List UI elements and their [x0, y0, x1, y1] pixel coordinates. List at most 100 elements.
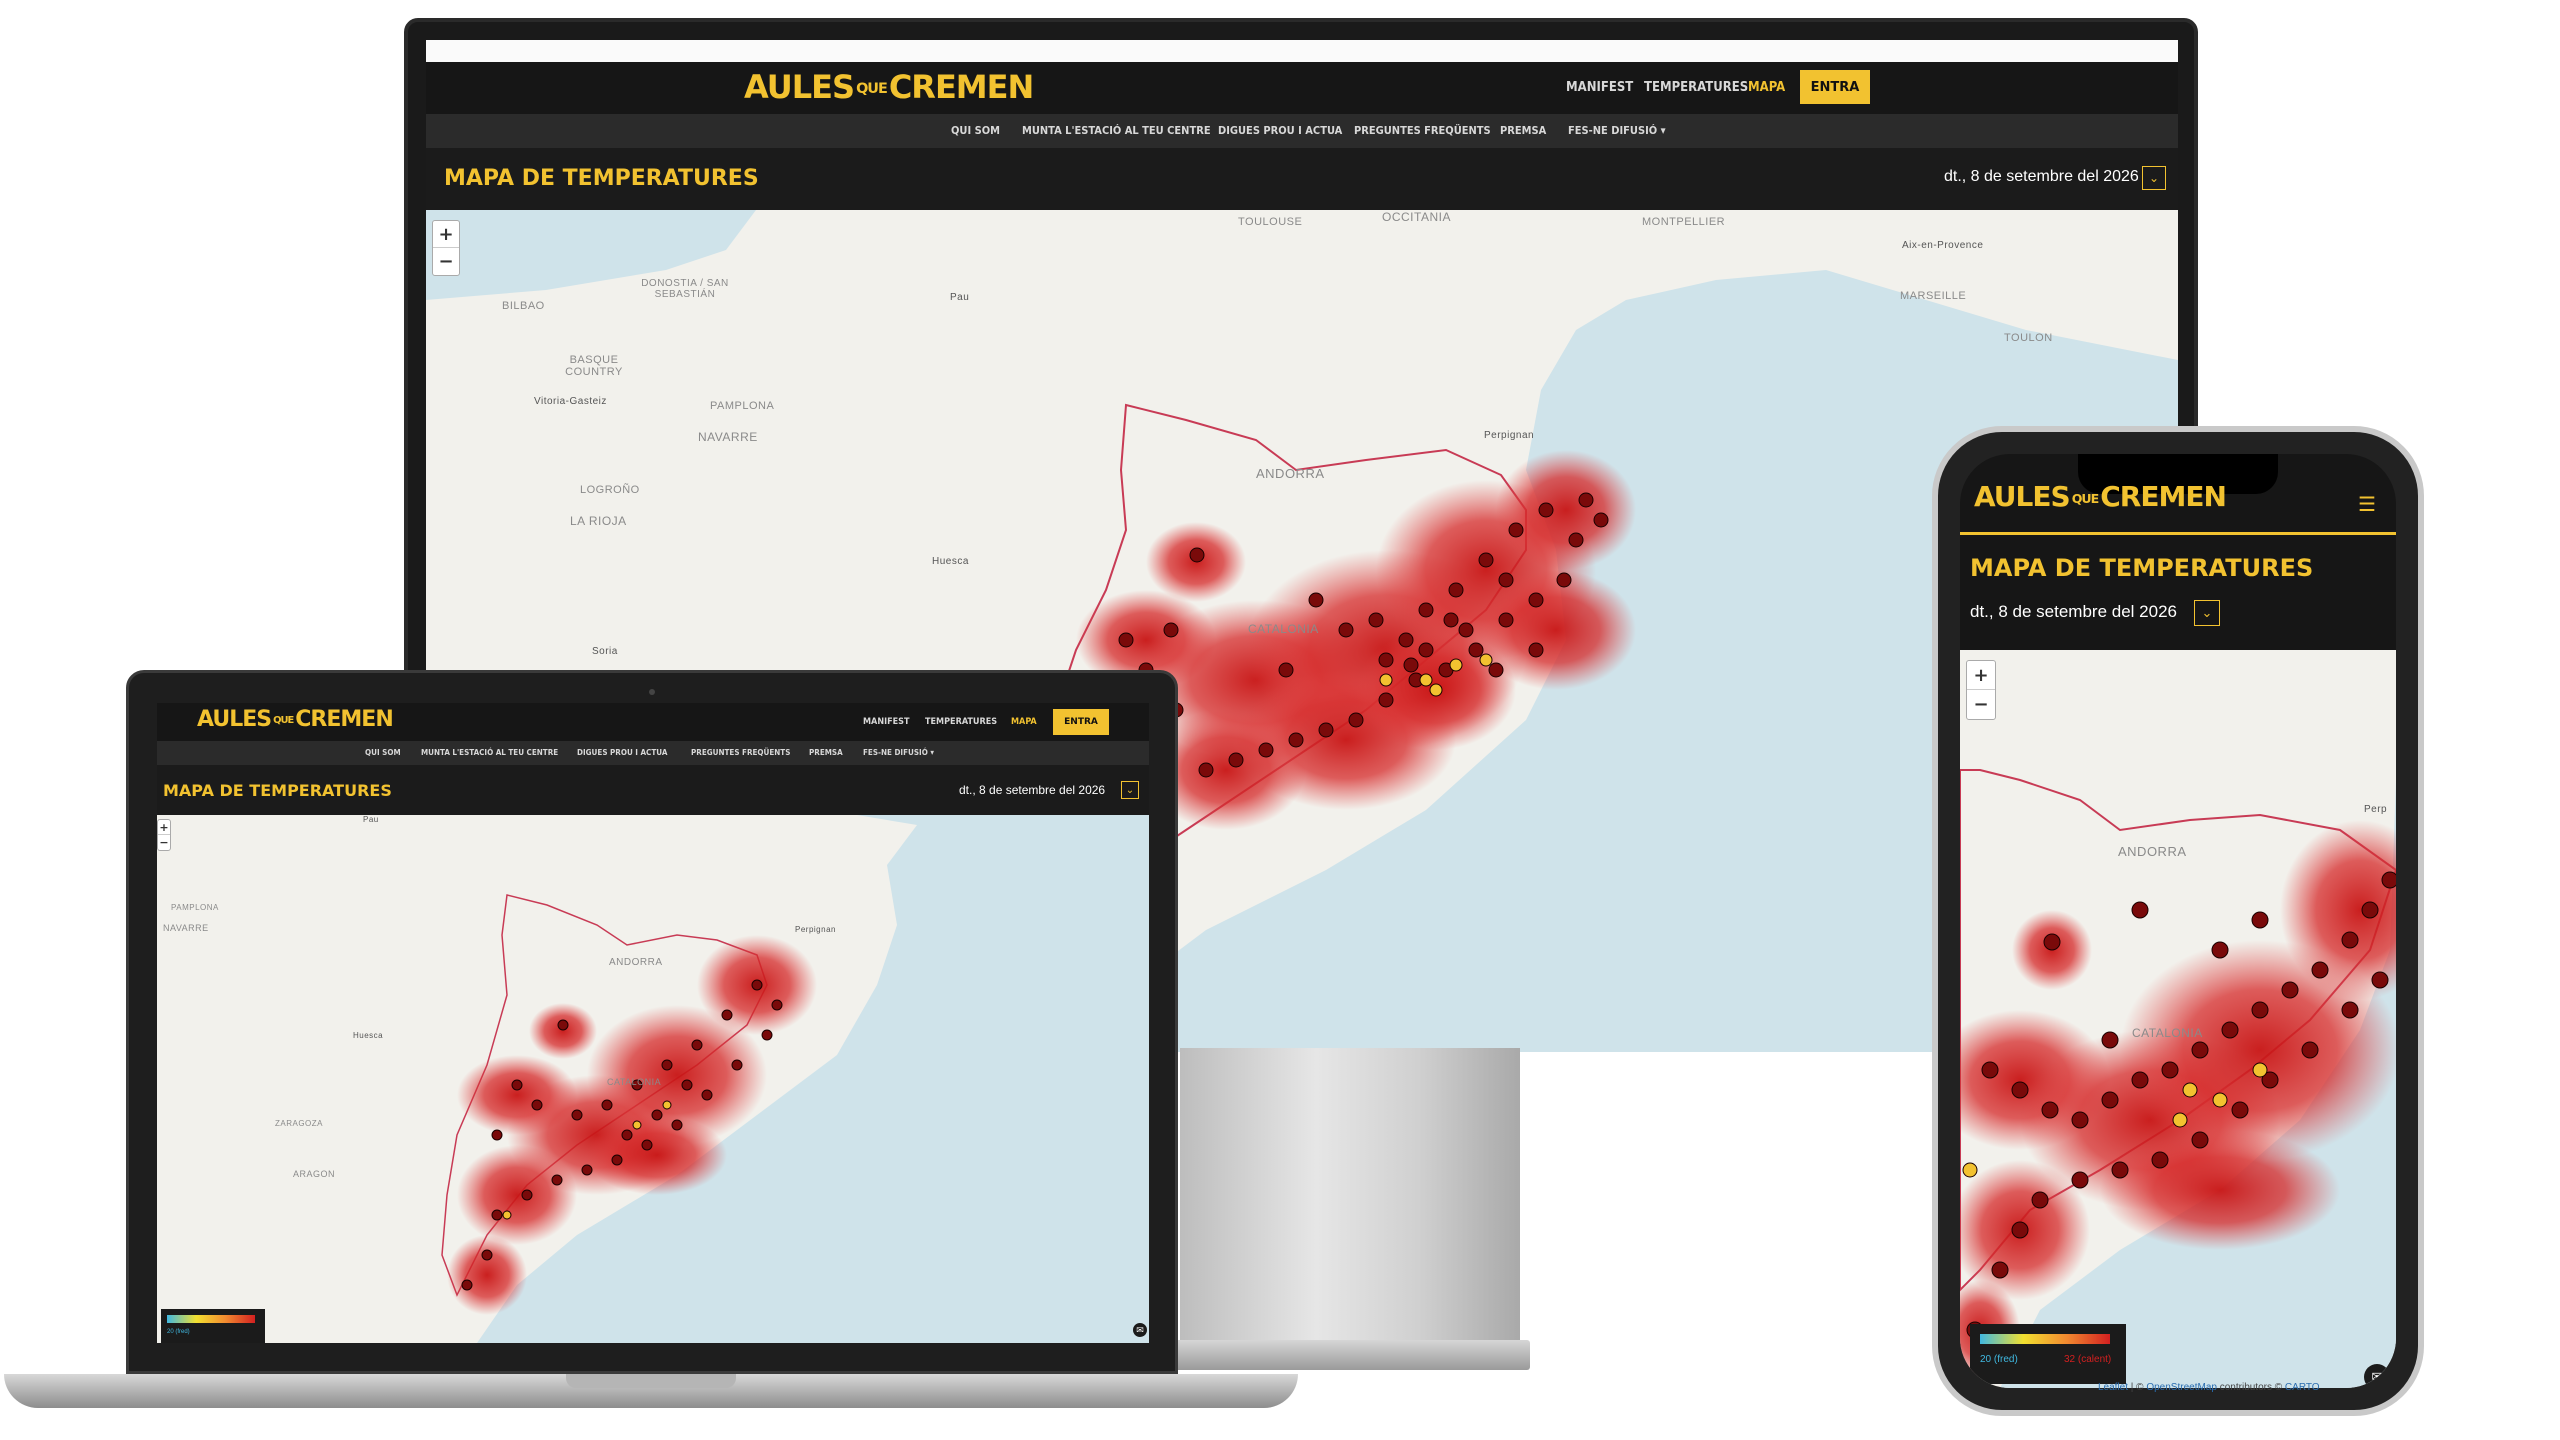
- nav-manifest[interactable]: MANIFEST: [1566, 80, 1633, 95]
- map-label: Pau: [363, 815, 379, 824]
- site-logo[interactable]: AULES QUECREMEN: [744, 68, 1034, 106]
- map-label: Perpignan: [1484, 430, 1535, 441]
- nav-preguntes[interactable]: PREGUNTES FREQÜENTS: [1354, 124, 1491, 137]
- map-area[interactable]: Pau PAMPLONA NAVARRE Perpignan ANDORRA H…: [157, 815, 1149, 1343]
- map-svg: [1960, 650, 2396, 1388]
- chevron-down-icon: ⌄: [1125, 784, 1135, 796]
- entra-button[interactable]: ENTRA: [1053, 709, 1109, 735]
- map-label: ZARAGOZA: [275, 1119, 324, 1128]
- date-dropdown[interactable]: ⌄: [2142, 166, 2166, 190]
- header-divider: [1960, 532, 2396, 535]
- map-label: CATALONIA: [1248, 622, 1319, 636]
- nav-munta[interactable]: MUNTA L'ESTACIÓ AL TEU CENTRE: [421, 748, 558, 757]
- map-label: Huesca: [932, 556, 969, 567]
- nav-premsa[interactable]: PREMSA: [1500, 124, 1546, 137]
- map-label: OCCITANIA: [1382, 210, 1451, 224]
- map-label: Vitoria-Gasteiz: [534, 396, 607, 407]
- nav-digues[interactable]: DIGUES PROU I ACTUA: [1218, 124, 1342, 137]
- entra-button[interactable]: ENTRA: [1800, 70, 1870, 104]
- title-bar: MAPA DE TEMPERATURES dt., 8 de setembre …: [426, 148, 2178, 210]
- hamburger-menu-icon[interactable]: ☰: [2358, 492, 2376, 517]
- nav-digues[interactable]: DIGUES PROU I ACTUA: [577, 748, 667, 757]
- zoom-control: + −: [1966, 660, 1996, 720]
- nav-preguntes[interactable]: PREGUNTES FREQÜENTS: [691, 748, 790, 757]
- map-label: ANDORRA: [2118, 844, 2187, 859]
- title-bar: MAPA DE TEMPERATURES dt., 8 de setembre …: [157, 765, 1149, 815]
- monitor-stand: [1180, 1048, 1520, 1348]
- nav-mapa[interactable]: MAPA: [1748, 80, 1785, 95]
- chevron-down-icon: ⌄: [2201, 605, 2213, 620]
- secondary-nav: QUI SOM MUNTA L'ESTACIÓ AL TEU CENTRE DI…: [426, 114, 2178, 148]
- legend: 20 (fred): [161, 1309, 265, 1343]
- phone: AULES QUECREMEN ☰ MAPA DE TEMPERATURES dt…: [1932, 426, 2424, 1416]
- map-label: TOULON: [2004, 332, 2053, 344]
- map-label: PAMPLONA: [171, 903, 219, 912]
- nav-premsa[interactable]: PREMSA: [809, 748, 843, 757]
- laptop-notch: [566, 1374, 736, 1388]
- zoom-in-button[interactable]: +: [1967, 661, 1995, 691]
- nav-fes-ne[interactable]: FES-NE DIFUSIÓ ▾: [1568, 124, 1666, 137]
- nav-fes-ne[interactable]: FES-NE DIFUSIÓ ▾: [863, 748, 934, 757]
- laptop: AULES QUECREMEN MANIFEST TEMPERATURES MAP…: [126, 670, 1178, 1374]
- legend: 20 (fred) 32 (calent): [1970, 1324, 2126, 1384]
- map-label: CATALONIA: [2132, 1026, 2203, 1040]
- zoom-out-button[interactable]: −: [158, 835, 170, 850]
- phone-screen: AULES QUECREMEN ☰ MAPA DE TEMPERATURES dt…: [1960, 454, 2396, 1388]
- page-title: MAPA DE TEMPERATURES: [1970, 554, 2314, 582]
- map-label: NAVARRE: [698, 430, 758, 444]
- map-label: Huesca: [353, 1031, 384, 1040]
- site-logo[interactable]: AULES QUECREMEN: [1974, 480, 2227, 513]
- map-label: PAMPLONA: [710, 400, 775, 412]
- mail-icon[interactable]: ✉: [2364, 1364, 2390, 1388]
- map-label: BASQUE COUNTRY: [565, 354, 623, 378]
- date-label: dt., 8 de setembre del 2026: [959, 783, 1106, 797]
- map-label: TOULOUSE: [1238, 216, 1303, 228]
- attribution-leaflet[interactable]: Leaflet: [2098, 1382, 2128, 1393]
- zoom-out-button[interactable]: −: [433, 248, 459, 275]
- zoom-in-button[interactable]: +: [433, 221, 459, 249]
- browser-strip: [426, 40, 2178, 62]
- map-label: NAVARRE: [163, 923, 209, 933]
- map-label: Perp: [2364, 804, 2388, 815]
- map-label: ANDORRA: [1256, 466, 1325, 481]
- map-label: LOGROÑO: [580, 484, 640, 496]
- site-logo[interactable]: AULES QUECREMEN: [197, 707, 394, 732]
- date-dropdown[interactable]: ⌄: [1121, 781, 1139, 799]
- map-area[interactable]: ANDORRA CATALONIA Perp + − 20 (fred) 32 …: [1960, 650, 2396, 1388]
- page-title: MAPA DE TEMPERATURES: [444, 166, 759, 191]
- laptop-screen: AULES QUECREMEN MANIFEST TEMPERATURES MAP…: [157, 703, 1149, 1343]
- map-label: Pau: [950, 292, 970, 303]
- nav-temperatures[interactable]: TEMPERATURES: [925, 717, 997, 727]
- page-title: MAPA DE TEMPERATURES: [163, 781, 392, 800]
- map-label: BILBAO: [502, 300, 545, 312]
- nav-qui-som[interactable]: QUI SOM: [951, 124, 1000, 137]
- nav-manifest[interactable]: MANIFEST: [863, 717, 910, 727]
- zoom-control: + −: [157, 819, 171, 851]
- date-dropdown[interactable]: ⌄: [2194, 600, 2220, 626]
- date-label: dt., 8 de setembre del 2026: [1944, 168, 2139, 185]
- nav-temperatures[interactable]: TEMPERATURES: [1644, 80, 1748, 95]
- legend-gradient: [1980, 1334, 2110, 1344]
- laptop-camera: [649, 689, 655, 695]
- nav-munta[interactable]: MUNTA L'ESTACIÓ AL TEU CENTRE: [1022, 124, 1211, 137]
- zoom-out-button[interactable]: −: [1967, 690, 1995, 719]
- legend-min: 20 (fred): [1980, 1354, 2018, 1365]
- secondary-nav: QUI SOM MUNTA L'ESTACIÓ AL TEU CENTRE DI…: [157, 741, 1149, 765]
- map-label: MARSEILLE: [1900, 290, 1967, 302]
- nav-qui-som[interactable]: QUI SOM: [365, 748, 401, 757]
- legend-min: 20 (fred): [167, 1329, 190, 1335]
- map-label: Aix-en-Provence: [1902, 240, 1984, 251]
- map-label: ARAGON: [293, 1169, 336, 1179]
- nav-mapa[interactable]: MAPA: [1011, 717, 1037, 727]
- map-label: LA RIOJA: [570, 514, 627, 528]
- map-label: Soria: [592, 646, 618, 657]
- chevron-down-icon: ⌄: [2148, 171, 2160, 185]
- map-label: DONOSTIA / SAN SEBASTIÁN: [641, 278, 729, 300]
- map-label: CATALONIA: [607, 1077, 662, 1087]
- attribution-carto[interactable]: CARTO: [2285, 1382, 2320, 1393]
- attribution: Leaflet | © OpenStreetMap contributors ©…: [2098, 1382, 2320, 1393]
- zoom-control: + −: [432, 220, 460, 276]
- zoom-in-button[interactable]: +: [158, 820, 170, 836]
- mail-icon[interactable]: ✉: [1133, 1323, 1147, 1337]
- attribution-osm[interactable]: OpenStreetMap: [2146, 1382, 2217, 1393]
